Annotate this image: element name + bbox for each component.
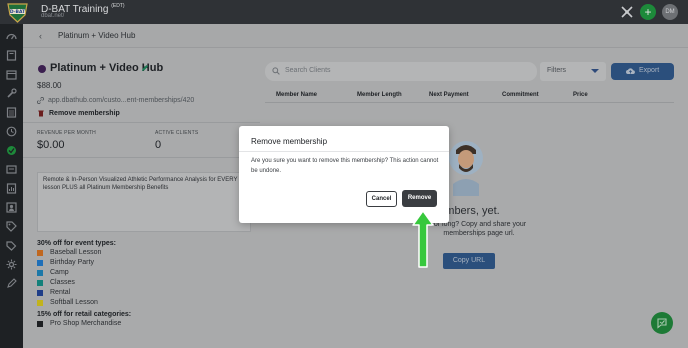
top-bar: D-BAT D-BAT Training (EDT) dbat.net/ + D… — [0, 0, 688, 24]
column-header[interactable]: Member Name — [276, 92, 317, 98]
event-type-color — [37, 260, 43, 266]
search-icon — [272, 67, 280, 75]
edit-tool-icon[interactable] — [6, 278, 17, 289]
calendar-icon[interactable] — [6, 69, 17, 80]
svg-text:D-BAT: D-BAT — [10, 9, 26, 15]
event-type-color — [37, 250, 43, 256]
chart-icon[interactable] — [6, 183, 17, 194]
column-header[interactable]: Commitment — [502, 92, 539, 98]
add-button[interactable]: + — [640, 4, 656, 20]
sidebar — [0, 24, 23, 348]
revenue-value: $0.00 — [37, 139, 65, 151]
document-icon[interactable] — [6, 164, 17, 175]
membership-icon[interactable] — [6, 145, 17, 156]
event-discount-heading: 30% off for event types: — [37, 240, 116, 247]
list-icon[interactable] — [6, 107, 17, 118]
chat-icon — [657, 318, 667, 329]
cloud-upload-icon — [626, 68, 635, 74]
membership-description: Remote & In-Person Visualized Athletic P… — [43, 177, 238, 191]
cancel-button[interactable]: Cancel — [366, 191, 397, 207]
membership-price: $88.00 — [37, 81, 62, 90]
column-header[interactable]: Next Payment — [429, 92, 469, 98]
event-type-color — [37, 280, 43, 286]
filters-label: Filters — [547, 67, 567, 74]
divider — [23, 157, 260, 158]
event-type-color — [37, 290, 43, 296]
settings-icon[interactable] — [6, 259, 17, 270]
event-type-color — [37, 300, 43, 306]
trash-icon[interactable] — [38, 110, 44, 117]
active-clients-value: 0 — [155, 139, 162, 151]
pencil-icon[interactable] — [141, 64, 149, 72]
clock-icon[interactable] — [6, 126, 17, 137]
tag-icon[interactable] — [6, 221, 17, 232]
page-title: Platinum + Video Hub — [58, 31, 136, 40]
app-url[interactable]: dbat.net/ — [41, 13, 64, 19]
copy-url-button[interactable]: Copy URL — [443, 253, 495, 269]
search-placeholder: Search Clients — [285, 67, 331, 74]
divider — [23, 122, 260, 123]
column-header[interactable]: Member Length — [357, 92, 402, 98]
dialog-title: Remove membership — [251, 137, 328, 146]
membership-link[interactable]: app.dbathub.com/custo...ent-memberships/… — [48, 97, 194, 104]
export-label: Export — [639, 67, 660, 74]
event-type-color — [37, 270, 43, 276]
book-icon[interactable] — [6, 50, 17, 61]
wrench-icon[interactable] — [6, 88, 17, 99]
membership-color-dot — [38, 65, 46, 73]
retail-category-label: Pro Shop Merchandise — [50, 320, 122, 327]
remove-membership-link[interactable]: Remove membership — [49, 110, 120, 117]
back-chevron-icon[interactable]: ‹ — [39, 31, 42, 41]
event-type-label: Rental — [50, 289, 71, 296]
expand-icon[interactable] — [621, 6, 633, 18]
dashboard-icon[interactable] — [6, 31, 17, 42]
retail-discount-heading: 15% off for retail categories: — [37, 311, 132, 318]
link-icon — [37, 97, 44, 104]
dbat-logo[interactable]: D-BAT — [6, 2, 29, 23]
users-icon[interactable] — [6, 202, 17, 213]
event-type-label: Baseball Lesson — [50, 249, 102, 256]
timezone-label: (EDT) — [111, 3, 125, 9]
table-header-divider — [265, 102, 674, 103]
event-type-label: Camp — [50, 269, 69, 276]
retail-category-color — [37, 321, 43, 327]
event-type-label: Classes — [50, 279, 75, 286]
empty-state-illustration — [449, 141, 483, 196]
dialog-message: Are you sure you want to remove this mem… — [251, 158, 439, 174]
event-type-label: Softball Lesson — [50, 299, 98, 306]
dialog-divider — [239, 151, 449, 152]
chevron-down-icon — [591, 69, 599, 73]
event-type-label: Birthday Party — [50, 259, 94, 266]
tags-icon[interactable] — [6, 240, 17, 251]
active-clients-label: ACTIVE CLIENTS — [155, 130, 199, 136]
avatar[interactable]: DM — [662, 4, 678, 20]
revenue-label: REVENUE PER MONTH — [37, 130, 96, 136]
remove-button[interactable]: Remove — [402, 190, 437, 207]
pointer-arrow-icon — [412, 210, 434, 268]
column-header[interactable]: Price — [573, 92, 588, 98]
